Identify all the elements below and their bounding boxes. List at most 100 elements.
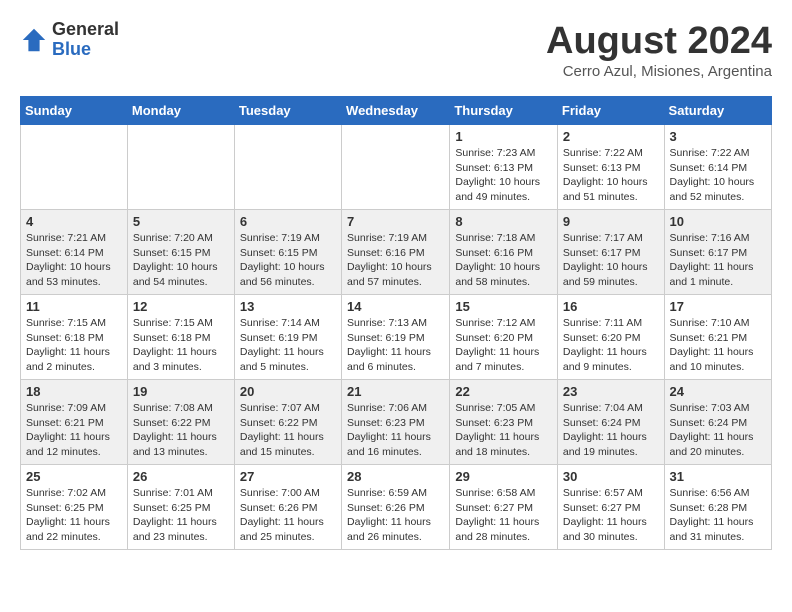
- logo-blue-text: Blue: [52, 40, 119, 60]
- calendar-cell: 7 Sunrise: 7:19 AM Sunset: 6:16 PM Daylig…: [342, 210, 450, 295]
- day-info: Sunrise: 7:23 AM Sunset: 6:13 PM Dayligh…: [455, 146, 552, 205]
- day-info: Sunrise: 6:57 AM Sunset: 6:27 PM Dayligh…: [563, 486, 659, 545]
- calendar-week-row: 11 Sunrise: 7:15 AM Sunset: 6:18 PM Dayli…: [21, 295, 772, 380]
- day-number: 3: [670, 129, 766, 144]
- day-number: 22: [455, 384, 552, 399]
- calendar-cell: 27 Sunrise: 7:00 AM Sunset: 6:26 PM Dayli…: [234, 465, 341, 550]
- day-number: 27: [240, 469, 336, 484]
- day-number: 21: [347, 384, 444, 399]
- day-number: 29: [455, 469, 552, 484]
- logo: General Blue: [20, 20, 119, 60]
- day-info: Sunrise: 7:01 AM Sunset: 6:25 PM Dayligh…: [133, 486, 229, 545]
- day-number: 8: [455, 214, 552, 229]
- day-info: Sunrise: 7:00 AM Sunset: 6:26 PM Dayligh…: [240, 486, 336, 545]
- calendar-cell: 13 Sunrise: 7:14 AM Sunset: 6:19 PM Dayli…: [234, 295, 341, 380]
- calendar-week-row: 4Sunrise: 7:21 AM Sunset: 6:14 PM Daylig…: [21, 210, 772, 295]
- day-number: 10: [670, 214, 766, 229]
- calendar-cell: 15Sunrise: 7:12 AM Sunset: 6:20 PM Dayli…: [450, 295, 558, 380]
- main-title: August 2024: [546, 20, 772, 63]
- day-info: Sunrise: 7:10 AM Sunset: 6:21 PM Dayligh…: [670, 316, 766, 375]
- day-info: Sunrise: 7:22 AM Sunset: 6:14 PM Dayligh…: [670, 146, 766, 205]
- calendar-cell: 11 Sunrise: 7:15 AM Sunset: 6:18 PM Dayli…: [21, 295, 128, 380]
- day-number: 26: [133, 469, 229, 484]
- subtitle: Cerro Azul, Misiones, Argentina: [546, 63, 772, 80]
- day-info: Sunrise: 7:07 AM Sunset: 6:22 PM Dayligh…: [240, 401, 336, 460]
- calendar-cell: 2 Sunrise: 7:22 AM Sunset: 6:13 PM Daylig…: [557, 125, 664, 210]
- day-number: 5: [133, 214, 229, 229]
- calendar-cell: 28Sunrise: 6:59 AM Sunset: 6:26 PM Dayli…: [342, 465, 450, 550]
- day-number: 11: [26, 299, 122, 314]
- calendar-cell: 17Sunrise: 7:10 AM Sunset: 6:21 PM Dayli…: [664, 295, 771, 380]
- day-info: Sunrise: 7:15 AM Sunset: 6:18 PM Dayligh…: [133, 316, 229, 375]
- calendar-cell: 31 Sunrise: 6:56 AM Sunset: 6:28 PM Dayli…: [664, 465, 771, 550]
- day-number: 25: [26, 469, 122, 484]
- calendar-cell: 26 Sunrise: 7:01 AM Sunset: 6:25 PM Dayli…: [127, 465, 234, 550]
- calendar-cell: 24Sunrise: 7:03 AM Sunset: 6:24 PM Dayli…: [664, 380, 771, 465]
- calendar: SundayMondayTuesdayWednesdayThursdayFrid…: [20, 96, 772, 550]
- calendar-cell: 21 Sunrise: 7:06 AM Sunset: 6:23 PM Dayli…: [342, 380, 450, 465]
- logo-general-text: General: [52, 20, 119, 40]
- calendar-cell: 29Sunrise: 6:58 AM Sunset: 6:27 PM Dayli…: [450, 465, 558, 550]
- logo-text: General Blue: [52, 20, 119, 60]
- day-number: 20: [240, 384, 336, 399]
- day-info: Sunrise: 7:09 AM Sunset: 6:21 PM Dayligh…: [26, 401, 122, 460]
- calendar-week-row: 1 Sunrise: 7:23 AM Sunset: 6:13 PM Daylig…: [21, 125, 772, 210]
- day-info: Sunrise: 7:19 AM Sunset: 6:15 PM Dayligh…: [240, 231, 336, 290]
- calendar-cell: [342, 125, 450, 210]
- header: General Blue August 2024 Cerro Azul, Mis…: [20, 20, 772, 80]
- day-info: Sunrise: 7:06 AM Sunset: 6:23 PM Dayligh…: [347, 401, 444, 460]
- header-day: Wednesday: [342, 97, 450, 125]
- calendar-cell: [127, 125, 234, 210]
- logo-icon: [20, 26, 48, 54]
- day-info: Sunrise: 7:04 AM Sunset: 6:24 PM Dayligh…: [563, 401, 659, 460]
- calendar-cell: 30Sunrise: 6:57 AM Sunset: 6:27 PM Dayli…: [557, 465, 664, 550]
- calendar-cell: 6 Sunrise: 7:19 AM Sunset: 6:15 PM Daylig…: [234, 210, 341, 295]
- day-number: 1: [455, 129, 552, 144]
- day-info: Sunrise: 7:22 AM Sunset: 6:13 PM Dayligh…: [563, 146, 659, 205]
- calendar-cell: 3 Sunrise: 7:22 AM Sunset: 6:14 PM Daylig…: [664, 125, 771, 210]
- day-number: 7: [347, 214, 444, 229]
- calendar-cell: 16Sunrise: 7:11 AM Sunset: 6:20 PM Dayli…: [557, 295, 664, 380]
- day-info: Sunrise: 7:02 AM Sunset: 6:25 PM Dayligh…: [26, 486, 122, 545]
- day-number: 19: [133, 384, 229, 399]
- calendar-cell: 8 Sunrise: 7:18 AM Sunset: 6:16 PM Daylig…: [450, 210, 558, 295]
- header-day: Tuesday: [234, 97, 341, 125]
- calendar-cell: 22Sunrise: 7:05 AM Sunset: 6:23 PM Dayli…: [450, 380, 558, 465]
- day-info: Sunrise: 7:20 AM Sunset: 6:15 PM Dayligh…: [133, 231, 229, 290]
- header-day: Saturday: [664, 97, 771, 125]
- day-number: 31: [670, 469, 766, 484]
- calendar-cell: [21, 125, 128, 210]
- day-info: Sunrise: 7:15 AM Sunset: 6:18 PM Dayligh…: [26, 316, 122, 375]
- day-info: Sunrise: 7:18 AM Sunset: 6:16 PM Dayligh…: [455, 231, 552, 290]
- calendar-cell: 10 Sunrise: 7:16 AM Sunset: 6:17 PM Dayli…: [664, 210, 771, 295]
- calendar-cell: 18Sunrise: 7:09 AM Sunset: 6:21 PM Dayli…: [21, 380, 128, 465]
- calendar-week-row: 18Sunrise: 7:09 AM Sunset: 6:21 PM Dayli…: [21, 380, 772, 465]
- day-number: 15: [455, 299, 552, 314]
- day-info: Sunrise: 7:17 AM Sunset: 6:17 PM Dayligh…: [563, 231, 659, 290]
- day-info: Sunrise: 7:14 AM Sunset: 6:19 PM Dayligh…: [240, 316, 336, 375]
- calendar-cell: 5 Sunrise: 7:20 AM Sunset: 6:15 PM Daylig…: [127, 210, 234, 295]
- day-number: 12: [133, 299, 229, 314]
- day-info: Sunrise: 7:13 AM Sunset: 6:19 PM Dayligh…: [347, 316, 444, 375]
- day-number: 2: [563, 129, 659, 144]
- calendar-body: 1 Sunrise: 7:23 AM Sunset: 6:13 PM Daylig…: [21, 125, 772, 550]
- header-row: SundayMondayTuesdayWednesdayThursdayFrid…: [21, 97, 772, 125]
- calendar-cell: 4Sunrise: 7:21 AM Sunset: 6:14 PM Daylig…: [21, 210, 128, 295]
- day-info: Sunrise: 6:56 AM Sunset: 6:28 PM Dayligh…: [670, 486, 766, 545]
- calendar-cell: 1 Sunrise: 7:23 AM Sunset: 6:13 PM Daylig…: [450, 125, 558, 210]
- calendar-header: SundayMondayTuesdayWednesdayThursdayFrid…: [21, 97, 772, 125]
- day-number: 6: [240, 214, 336, 229]
- header-day: Thursday: [450, 97, 558, 125]
- day-info: Sunrise: 7:16 AM Sunset: 6:17 PM Dayligh…: [670, 231, 766, 290]
- day-info: Sunrise: 6:59 AM Sunset: 6:26 PM Dayligh…: [347, 486, 444, 545]
- header-day: Monday: [127, 97, 234, 125]
- calendar-cell: 14Sunrise: 7:13 AM Sunset: 6:19 PM Dayli…: [342, 295, 450, 380]
- day-info: Sunrise: 7:11 AM Sunset: 6:20 PM Dayligh…: [563, 316, 659, 375]
- day-number: 13: [240, 299, 336, 314]
- calendar-cell: 25 Sunrise: 7:02 AM Sunset: 6:25 PM Dayli…: [21, 465, 128, 550]
- calendar-cell: 23Sunrise: 7:04 AM Sunset: 6:24 PM Dayli…: [557, 380, 664, 465]
- calendar-cell: [234, 125, 341, 210]
- day-info: Sunrise: 7:19 AM Sunset: 6:16 PM Dayligh…: [347, 231, 444, 290]
- calendar-cell: 20 Sunrise: 7:07 AM Sunset: 6:22 PM Dayli…: [234, 380, 341, 465]
- day-info: Sunrise: 7:03 AM Sunset: 6:24 PM Dayligh…: [670, 401, 766, 460]
